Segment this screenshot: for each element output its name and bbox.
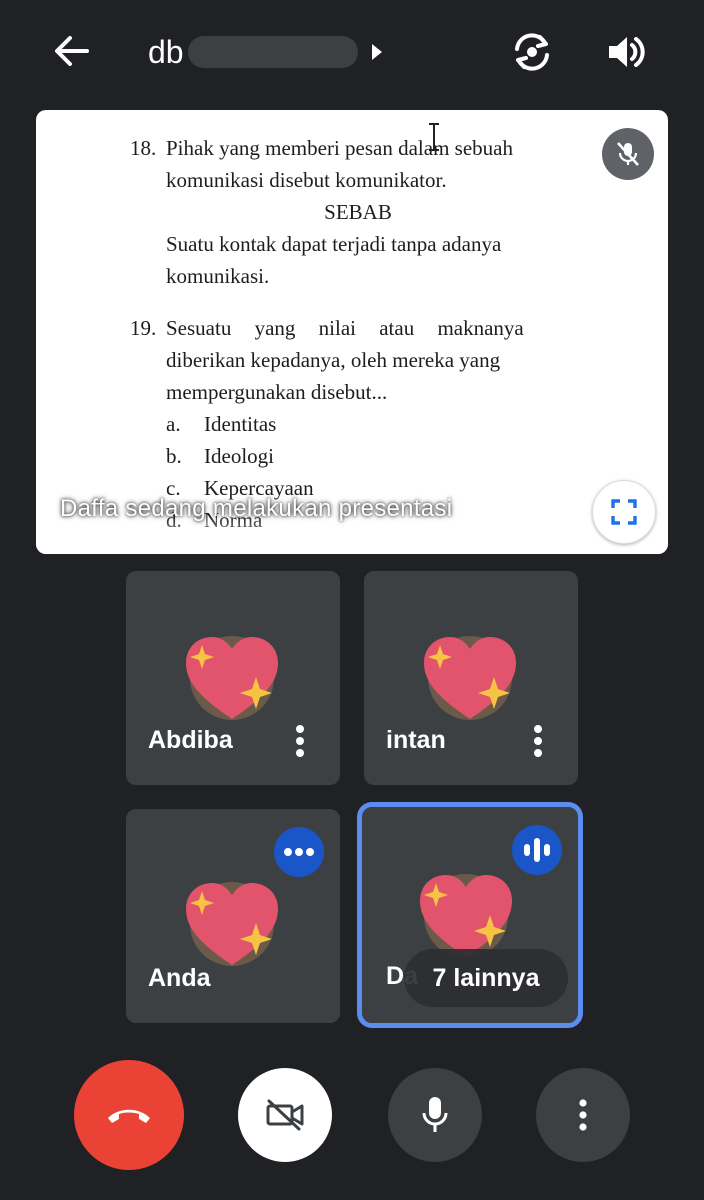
mic-off-icon (617, 142, 639, 166)
back-button[interactable] (46, 28, 96, 74)
camera-off-icon (266, 1099, 304, 1131)
question-19: 19. Sesuatu yang nilai atau maknanya dib… (130, 312, 586, 408)
heart-avatar-icon (186, 882, 278, 966)
hang-up-icon (108, 1109, 150, 1123)
end-call-button[interactable] (74, 1060, 184, 1170)
redacted-title-segment (187, 36, 358, 68)
sebab-label: SEBAB (324, 200, 392, 224)
heart-avatar-icon (420, 874, 512, 958)
chevron-right-icon (371, 44, 382, 60)
question-number: 19. (130, 316, 157, 340)
participant-tile-active-speaker[interactable]: Da 7 lainnya (357, 802, 583, 1028)
audio-level-icon (524, 838, 550, 862)
more-vertical-icon (579, 1099, 587, 1131)
participant-options-button[interactable] (528, 721, 548, 761)
participant-options-button[interactable] (290, 721, 310, 761)
participant-tile[interactable]: intan (364, 571, 578, 785)
presenter-muted-indicator (602, 128, 654, 180)
more-vertical-icon (296, 725, 304, 757)
participant-tile-self[interactable]: Anda (126, 809, 340, 1023)
option-a: a. Identitas (166, 412, 277, 436)
question-text: Sesuatu yang nilai atau maknanya diberik… (166, 316, 524, 404)
question-reason: Suatu kontak dapat terjadi tanpa adanya … (166, 232, 502, 288)
microphone-toggle-button[interactable] (388, 1068, 482, 1162)
presentation-view[interactable]: 18. Pihak yang memberi pesan dalam sebua… (36, 110, 668, 554)
arrow-left-icon (55, 36, 89, 66)
question-text: Pihak yang memberi pesan dalam sebuah ko… (166, 136, 513, 192)
heart-avatar-icon (424, 636, 516, 720)
participant-name: intan (386, 726, 446, 754)
heart-avatar-icon (186, 636, 278, 720)
meeting-title: db (148, 33, 184, 70)
switch-camera-button[interactable] (506, 26, 558, 78)
more-options-button[interactable] (536, 1068, 630, 1162)
participant-tile[interactable]: Abdiba (126, 571, 340, 785)
participant-name: Anda (148, 964, 211, 992)
others-count-button[interactable]: 7 lainnya (404, 949, 568, 1007)
text-cursor-icon (429, 123, 439, 151)
fullscreen-button[interactable] (592, 480, 656, 544)
top-bar: db (0, 0, 704, 100)
question-number: 18. (130, 136, 157, 160)
speaking-indicator (512, 825, 562, 875)
fullscreen-icon (611, 499, 637, 525)
shared-document: 18. Pihak yang memberi pesan dalam sebua… (130, 132, 586, 536)
more-vertical-icon (534, 725, 542, 757)
volume-icon (609, 37, 645, 67)
switch-camera-icon (515, 33, 549, 71)
option-b: b. Ideologi (166, 444, 274, 468)
self-options-badge[interactable] (274, 827, 324, 877)
question-18: 18. Pihak yang memberi pesan dalam sebua… (130, 132, 586, 196)
participant-name: Abdiba (148, 726, 233, 754)
meeting-title-button[interactable]: db (148, 30, 382, 74)
camera-toggle-button[interactable] (238, 1068, 332, 1162)
speaker-button[interactable] (600, 26, 652, 78)
microphone-icon (422, 1097, 448, 1132)
more-horizontal-icon (284, 848, 314, 856)
presenting-caption: Daffa sedang melakukan presentasi (60, 495, 453, 522)
